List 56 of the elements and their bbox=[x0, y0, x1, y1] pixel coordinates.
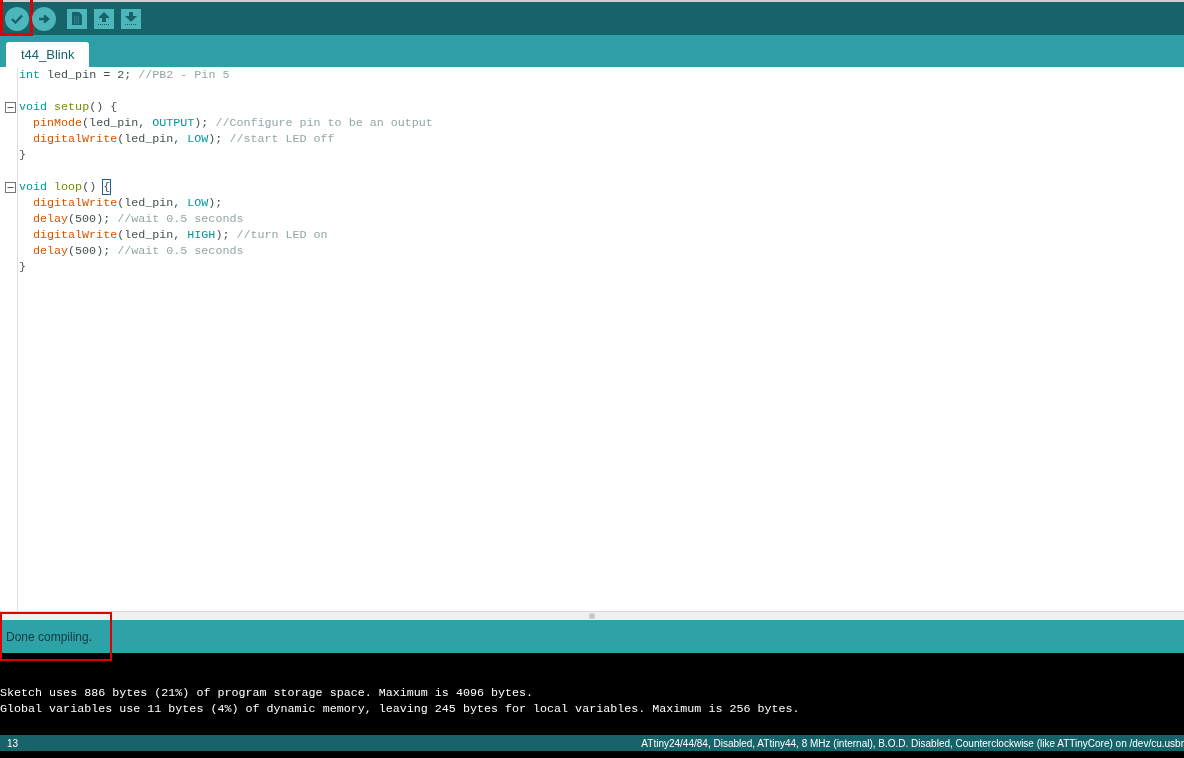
code-token: (led_pin, bbox=[117, 132, 182, 146]
upload-button[interactable] bbox=[32, 6, 56, 31]
line-number: 13 bbox=[7, 736, 19, 751]
code-token: ); bbox=[215, 228, 231, 242]
board-info: ATtiny24/44/84, Disabled, ATtiny44, 8 MHz (internal), B.O.D. Disabled, Counterclockwise (like ATTinyCore) on /dev/cu.usbr bbox=[641, 736, 1184, 751]
code-token: (500); bbox=[68, 212, 112, 226]
code-token: LOW bbox=[187, 196, 209, 210]
code-token: //wait 0.5 seconds bbox=[117, 244, 244, 258]
code-token: (led_pin, bbox=[117, 196, 182, 210]
file-tab[interactable]: t44_Blink bbox=[6, 42, 90, 67]
code-token: led_pin = 2; bbox=[46, 68, 133, 82]
code-token: int bbox=[19, 68, 41, 82]
collapse-icon[interactable] bbox=[5, 181, 16, 193]
open-button[interactable] bbox=[94, 8, 114, 29]
console-line: Global variables use 11 bytes (4%) of dynamic memory, leaving 245 bytes for local variables. Maximum is 256 bytes. bbox=[0, 701, 801, 717]
splitter-handle[interactable] bbox=[589, 613, 595, 619]
arrow-right-icon bbox=[38, 13, 50, 24]
code-token: void bbox=[19, 100, 49, 114]
code-token: //wait 0.5 seconds bbox=[117, 212, 244, 226]
code-token: setup bbox=[54, 100, 90, 114]
console-line: Sketch uses 886 bytes (21%) of program storage space. Maximum is 4096 bytes. bbox=[0, 685, 535, 701]
verify-button[interactable] bbox=[5, 6, 29, 31]
code-token: digitalWrite bbox=[33, 196, 118, 210]
code-token: HIGH bbox=[187, 228, 216, 242]
code-token: ); bbox=[208, 132, 224, 146]
code-token: //start LED off bbox=[229, 132, 335, 146]
code-token: delay bbox=[33, 212, 69, 226]
arrow-up-icon bbox=[98, 12, 110, 25]
save-button[interactable] bbox=[121, 8, 141, 29]
code-token: ); bbox=[208, 196, 223, 210]
arrow-down-icon bbox=[125, 12, 137, 25]
code-token: //PB2 - Pin 5 bbox=[138, 68, 230, 82]
checkmark-icon bbox=[11, 13, 23, 24]
code-token: OUTPUT bbox=[152, 116, 195, 130]
status-message: Done compiling. bbox=[6, 628, 93, 646]
code-token: digitalWrite bbox=[33, 132, 118, 146]
code-token: pinMode bbox=[33, 116, 83, 130]
code-token: (500); bbox=[68, 244, 112, 258]
code-token: (led_pin, bbox=[82, 116, 147, 130]
code-token: () { bbox=[89, 100, 118, 114]
code-token: void bbox=[19, 180, 49, 194]
code-token: () bbox=[82, 180, 98, 194]
code-token: delay bbox=[33, 244, 69, 258]
collapse-icon[interactable] bbox=[5, 101, 16, 113]
code-token: digitalWrite bbox=[33, 228, 118, 242]
code-token: ); bbox=[194, 116, 210, 130]
code-token: (led_pin, bbox=[117, 228, 182, 242]
code-token: //Configure pin to be an output bbox=[215, 116, 433, 130]
code-token: LOW bbox=[187, 132, 209, 146]
code-token: } bbox=[19, 148, 26, 162]
code-token: //turn LED on bbox=[236, 228, 328, 242]
new-button[interactable] bbox=[67, 8, 87, 29]
code-token: } bbox=[19, 260, 26, 274]
code-token: loop bbox=[54, 180, 83, 194]
code-token: { bbox=[103, 180, 111, 194]
document-icon bbox=[72, 12, 82, 25]
